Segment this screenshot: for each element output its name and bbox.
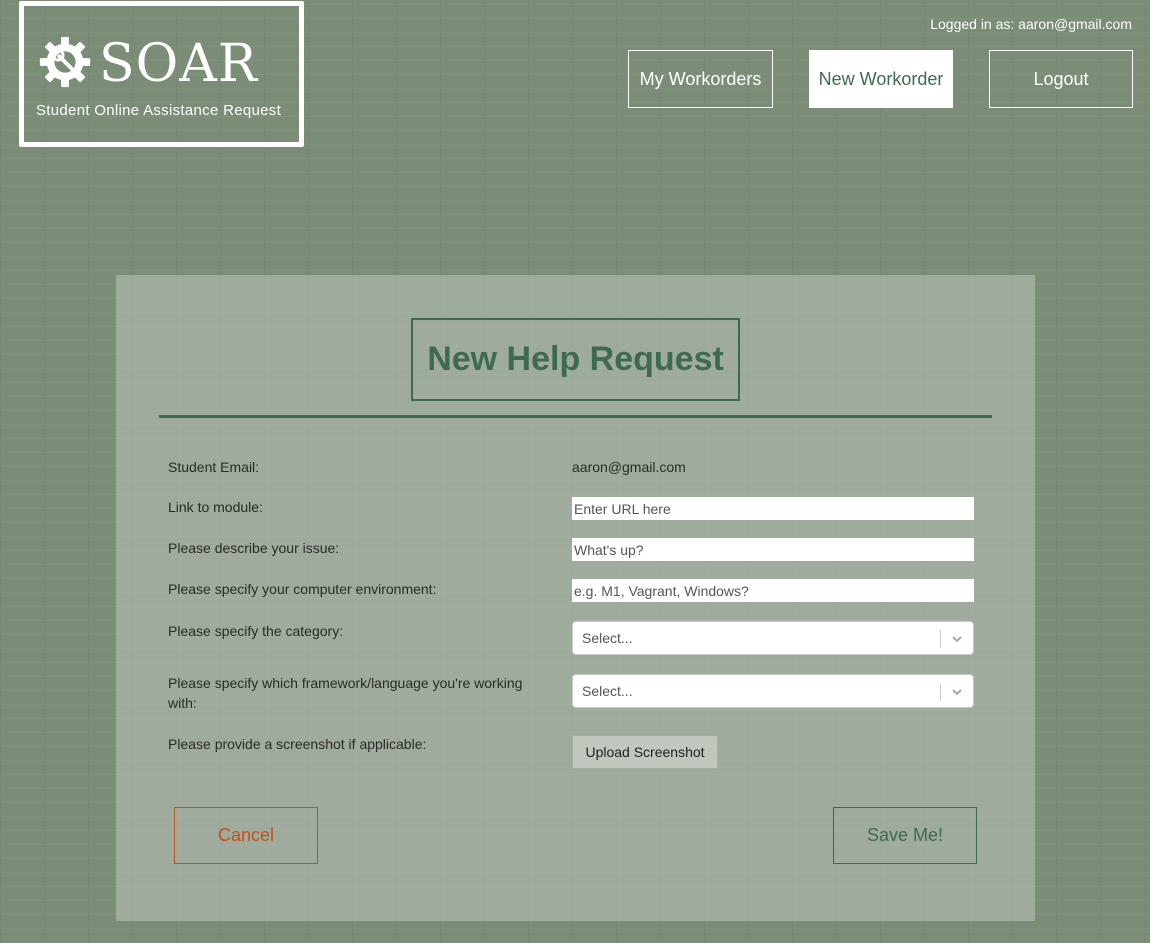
chevron-down-icon[interactable] <box>950 632 964 646</box>
student-email-value: aaron@gmail.com <box>572 459 686 475</box>
logged-in-status: Logged in as: aaron@gmail.com <box>930 16 1132 32</box>
title-divider <box>159 415 992 418</box>
module-link-label: Link to module: <box>168 499 263 515</box>
framework-select[interactable]: Select... <box>572 674 974 708</box>
screenshot-label: Please provide a screenshot if applicabl… <box>168 736 427 752</box>
logo-tagline: Student Online Assistance Request <box>36 102 282 119</box>
logo-wordmark: SOAR <box>99 34 258 94</box>
environment-input[interactable] <box>572 579 974 602</box>
page-title: New Help Request <box>427 340 724 378</box>
issue-label: Please describe your issue: <box>168 540 340 556</box>
category-label: Please specify the category: <box>168 623 344 639</box>
category-select[interactable]: Select... <box>572 621 974 655</box>
category-select-value: Select... <box>582 630 633 646</box>
select-separator <box>940 630 941 648</box>
new-workorder-button[interactable]: New Workorder <box>809 50 953 108</box>
select-separator <box>940 683 941 701</box>
help-request-form: New Help Request Student Email: aaron@gm… <box>116 275 1035 921</box>
student-email-label: Student Email: <box>168 459 260 475</box>
soar-logo[interactable]: SOAR Student Online Assistance Request <box>19 1 304 147</box>
environment-label: Please specify your computer environment… <box>168 581 437 597</box>
issue-input[interactable] <box>572 538 974 561</box>
chevron-down-icon[interactable] <box>950 685 964 699</box>
logout-button[interactable]: Logout <box>989 50 1133 108</box>
module-link-input[interactable] <box>572 497 974 520</box>
framework-select-value: Select... <box>582 683 633 699</box>
save-button[interactable]: Save Me! <box>833 807 977 864</box>
gear-wrench-icon <box>39 36 91 88</box>
framework-label: Please specify which framework/language … <box>168 675 523 711</box>
page-title-box: New Help Request <box>411 318 740 401</box>
cancel-button[interactable]: Cancel <box>174 807 318 864</box>
upload-screenshot-button[interactable]: Upload Screenshot <box>572 735 718 769</box>
my-workorders-button[interactable]: My Workorders <box>628 50 773 108</box>
